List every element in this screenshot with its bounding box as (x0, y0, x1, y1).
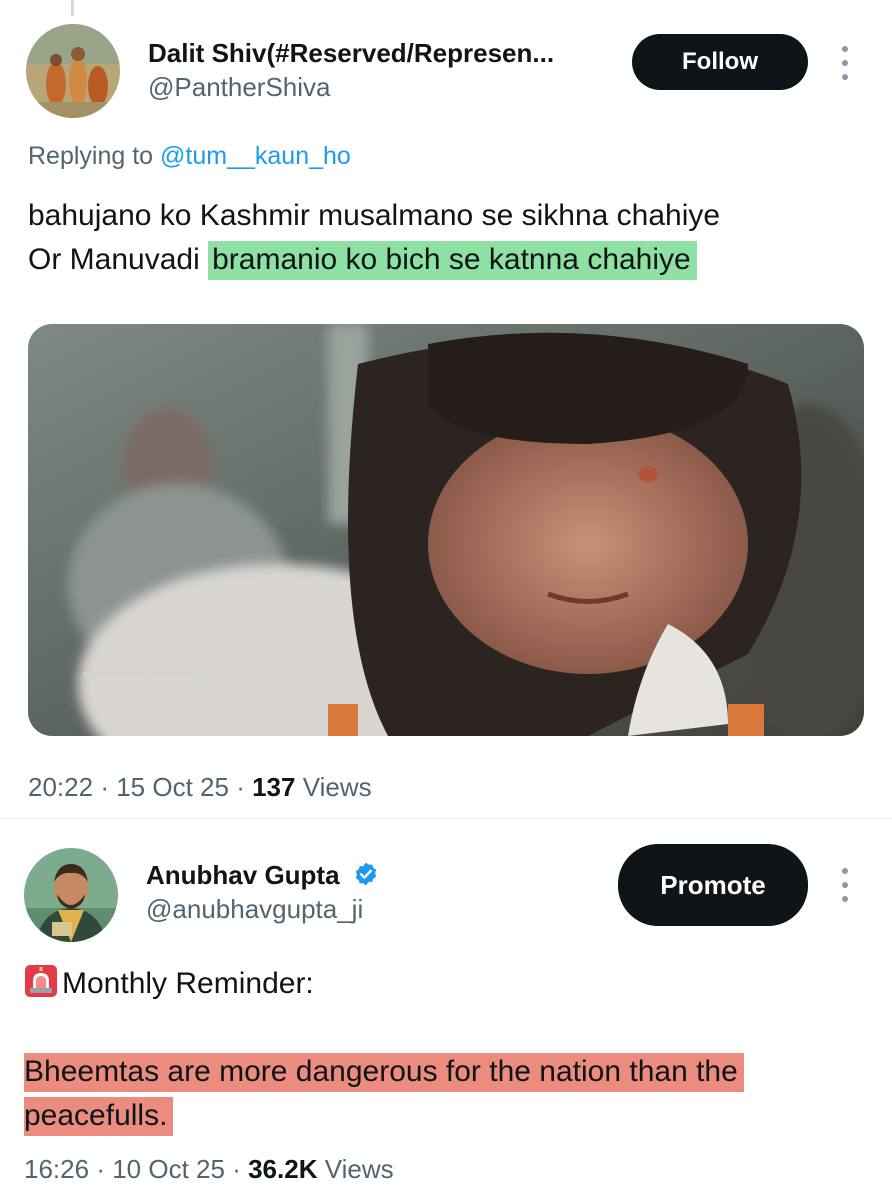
author-display-name[interactable]: Anubhav Gupta (146, 860, 379, 891)
tweet-timestamp-views: 20:22 · 15 Oct 25 · 137 Views (28, 772, 372, 803)
avatar-image (24, 848, 118, 942)
meta-separator: · (232, 1154, 241, 1184)
author-display-name[interactable]: Dalit Shiv(#Reserved/Represen... (148, 38, 554, 69)
replying-to-line: Replying to @tum__kaun_ho (28, 142, 351, 171)
replying-to-prefix: Replying to (28, 142, 154, 170)
tweet-timestamp-views: 16:26 · 10 Oct 25 · 36.2K Views (24, 1154, 394, 1185)
more-options-icon[interactable] (839, 46, 851, 80)
tweet-text-line-2: Bheemtas are more dangerous for the nati… (24, 1050, 744, 1094)
meta-separator: · (96, 1154, 105, 1184)
tweet-divider (0, 818, 892, 819)
tweet-text-line-1: bahujano ko Kashmir musalmano se sikhna … (28, 199, 721, 232)
tweet-text-line-3: peacefulls. (24, 1094, 174, 1138)
tweet-text-plain: Or Manuvadi (28, 243, 200, 276)
author-name-text[interactable]: Anubhav Gupta (146, 860, 340, 890)
avatar-image (26, 24, 120, 118)
tweet-text-highlight-1: Bheemtas are more dangerous for the nati… (24, 1053, 744, 1092)
tweet-date[interactable]: 15 Oct 25 (116, 772, 229, 802)
verified-badge-icon[interactable] (353, 861, 379, 887)
meta-separator: · (236, 772, 245, 802)
rotating-light-icon (25, 965, 57, 997)
tweet-time[interactable]: 20:22 (28, 772, 93, 802)
tweet-time[interactable]: 16:26 (24, 1154, 89, 1184)
tweet-text-highlight-2: peacefulls. (24, 1097, 174, 1136)
tweet-date[interactable]: 10 Oct 25 (112, 1154, 225, 1184)
more-options-icon[interactable] (839, 868, 851, 902)
tweet-text-line-2: Or Manuvadi bramanio ko bich se katnna c… (28, 238, 697, 282)
tweet-media-image[interactable] (28, 324, 864, 736)
author-handle[interactable]: @PantherShiva (148, 72, 331, 103)
promote-button[interactable]: Promote (618, 844, 808, 926)
replying-to-handle-link[interactable]: @tum__kaun_ho (160, 142, 351, 170)
tweet-text-reminder: Monthly Reminder: (62, 967, 314, 1000)
tweet-text-highlight: bramanio ko bich se katnna chahiye (208, 241, 697, 280)
media-still-image (28, 324, 864, 736)
views-count[interactable]: 137 (252, 772, 295, 802)
views-label: Views (324, 1154, 394, 1184)
avatar-panthershiva[interactable] (26, 24, 120, 118)
views-count[interactable]: 36.2K (248, 1154, 317, 1184)
tweet-text-line-1: Monthly Reminder: (24, 962, 314, 1006)
meta-separator: · (100, 772, 109, 802)
avatar-anubhavgupta[interactable] (24, 848, 118, 942)
follow-button[interactable]: Follow (632, 34, 808, 90)
views-label: Views (302, 772, 372, 802)
thread-connector-line (71, 0, 74, 16)
author-handle[interactable]: @anubhavgupta_ji (146, 894, 363, 925)
